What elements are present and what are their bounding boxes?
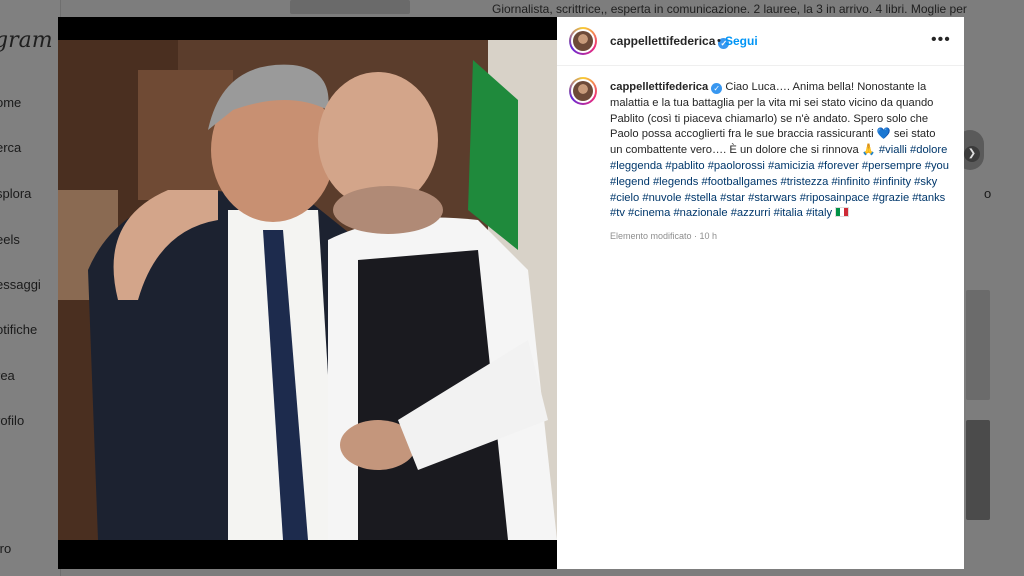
hashtag-link[interactable]: #cinema: [628, 207, 670, 219]
hashtag-link[interactable]: #stella: [685, 192, 717, 204]
caption-author-avatar[interactable]: [569, 77, 597, 105]
post-modal: cappellettifederica ✓ • Segui ••• cappell…: [58, 17, 964, 569]
hashtag-link[interactable]: #paolorossi: [708, 160, 765, 172]
hashtag-link[interactable]: #amicizia: [768, 160, 815, 172]
hashtag-link[interactable]: #infinity: [873, 176, 911, 188]
separator-dot: •: [717, 35, 721, 47]
hashtag-link[interactable]: #vialli: [879, 144, 907, 156]
post-photo[interactable]: [58, 40, 557, 540]
hashtag-link[interactable]: #dolore: [910, 144, 947, 156]
hashtag-link[interactable]: #riposainpace: [800, 192, 870, 204]
hashtag-link[interactable]: #grazie: [872, 192, 909, 204]
blue-heart-icon: 💙: [876, 128, 891, 141]
praying-hands-icon: 🙏: [861, 144, 876, 157]
hashtag-link[interactable]: #sky: [914, 176, 937, 188]
hashtag-link[interactable]: #tanks: [912, 192, 945, 204]
hashtag-link[interactable]: #infinito: [831, 176, 870, 188]
background-thumbnail[interactable]: [966, 290, 990, 400]
hashtag-link[interactable]: #tv: [610, 207, 625, 219]
hashtag-link[interactable]: #azzurri: [731, 207, 771, 219]
hashtag-link[interactable]: #legend: [610, 176, 650, 188]
profile-bio: Giornalista, scrittrice,, esperta in com…: [492, 2, 967, 16]
hashtag-link[interactable]: #persempre: [862, 160, 922, 172]
nav-create[interactable]: rea: [0, 368, 15, 383]
post-caption: cappellettifederica ✓ Ciao Luca…. Anima b…: [610, 80, 950, 222]
italy-flag-icon: [835, 207, 850, 218]
nav-home[interactable]: ome: [0, 95, 21, 110]
hashtag-link[interactable]: #leggenda: [610, 160, 662, 172]
hashtag-link[interactable]: #nuvole: [642, 192, 681, 204]
background-fragment: o: [984, 186, 992, 201]
hashtag-link[interactable]: #pablito: [665, 160, 704, 172]
nav-notifications[interactable]: otifiche: [0, 322, 37, 337]
hashtag-link[interactable]: #nazionale: [673, 207, 727, 219]
avatar-image: [573, 31, 593, 51]
background-thumbnail[interactable]: [966, 420, 990, 520]
author-username[interactable]: cappellettifederica: [610, 34, 715, 48]
author-avatar[interactable]: [569, 27, 597, 55]
post-side-panel: cappellettifederica ✓ • Segui ••• cappell…: [557, 17, 964, 569]
hashtag-link[interactable]: #italy: [806, 207, 832, 219]
nav-explore[interactable]: splora: [0, 186, 31, 201]
instagram-logo[interactable]: gram: [0, 28, 53, 53]
post-meta: Elemento modificato · 10 h: [610, 231, 718, 241]
photo-letterbox: [58, 17, 557, 40]
caption-username[interactable]: cappellettifederica: [610, 81, 708, 93]
hashtag-link[interactable]: #star: [720, 192, 745, 204]
hashtag-link[interactable]: #italia: [774, 207, 803, 219]
avatar-image: [573, 81, 593, 101]
post-header: cappellettifederica ✓ • Segui •••: [557, 17, 964, 66]
nav-messages[interactable]: essaggi: [0, 277, 41, 292]
photo-illustration: [58, 40, 557, 540]
follow-button[interactable]: Segui: [725, 34, 758, 48]
hashtag-link[interactable]: #footballgames: [701, 176, 777, 188]
hashtag-link[interactable]: #legends: [653, 176, 698, 188]
hashtag-link[interactable]: #cielo: [610, 192, 639, 204]
hashtag-link[interactable]: #you: [925, 160, 949, 172]
more-options-icon[interactable]: •••: [931, 31, 951, 49]
verified-badge-icon: ✓: [711, 83, 723, 94]
photo-letterbox: [58, 540, 557, 569]
nav-more[interactable]: tro: [0, 541, 11, 556]
nav-search[interactable]: erca: [0, 140, 21, 155]
background-thumbnail[interactable]: [290, 0, 410, 14]
hashtag-link[interactable]: #starwars: [748, 192, 797, 204]
nav-profile[interactable]: rofilo: [0, 413, 24, 428]
background-sidebar: gram ome erca splora eels essaggi otific…: [0, 0, 61, 576]
nav-reels[interactable]: eels: [0, 232, 20, 247]
hashtag-link[interactable]: #tristezza: [780, 176, 828, 188]
chevron-right-icon[interactable]: ❯: [964, 146, 980, 162]
hashtag-link[interactable]: #forever: [818, 160, 859, 172]
